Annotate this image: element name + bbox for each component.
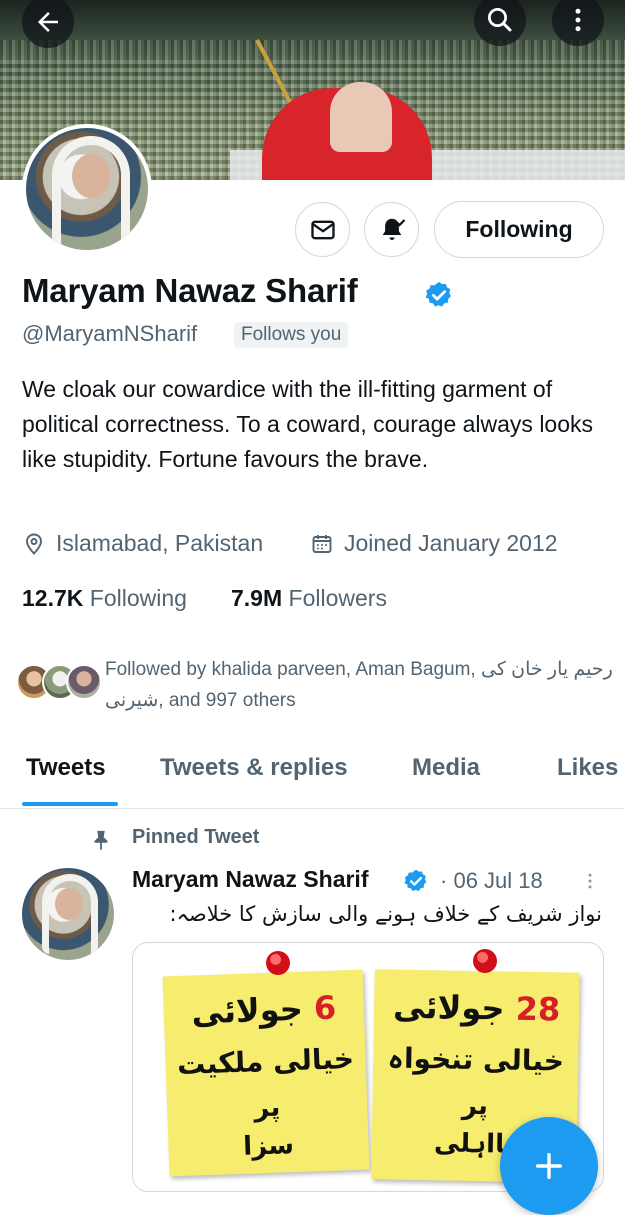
sticky-note-1: 6 جولائی خیالی ملکیت پر سزا (162, 969, 370, 1177)
note-1-month: جولائی (190, 989, 304, 1032)
bell-check-icon (382, 218, 405, 240)
tweet-date[interactable]: · 06 Jul 18 (440, 868, 543, 894)
following-button[interactable]: Following (434, 201, 604, 258)
note-2-number: 28 (515, 989, 561, 1029)
more-vertical-icon (575, 8, 581, 32)
banner-speaker-scarf (330, 82, 392, 152)
followers-label: Followers (288, 585, 387, 611)
tweet-more-icon[interactable] (580, 868, 600, 894)
tweet-author-avatar[interactable] (22, 868, 114, 960)
note-1-line4: سزا (242, 1130, 295, 1162)
tab-media[interactable]: Media (412, 754, 480, 782)
tab-tweets-replies[interactable]: Tweets & replies (160, 754, 348, 782)
note-2-heading: 28 جولائی (374, 987, 580, 1029)
location-pin-icon (26, 533, 42, 555)
following-stat[interactable]: 12.7K Following (22, 585, 187, 612)
notifications-button[interactable] (364, 202, 419, 257)
profile-name: Maryam Nawaz Sharif (22, 272, 358, 309)
follows-you-badge: Follows you (234, 322, 349, 348)
profile-joined: Joined January 2012 (310, 530, 558, 557)
active-tab-indicator (22, 802, 118, 806)
followers-stat[interactable]: 7.9M Followers (231, 585, 387, 612)
compose-tweet-button[interactable] (500, 1117, 598, 1215)
envelope-icon (310, 220, 335, 239)
pin-icon (94, 830, 108, 851)
tweet-text: نواز شریف کے خلاف ہونے والی سازش کا خلاص… (169, 902, 603, 926)
following-count: 12.7K (22, 585, 84, 611)
followers-count: 7.9M (231, 585, 283, 611)
profile-bio: We cloak our cowardice with the ill-fitt… (22, 376, 594, 472)
location-text: Islamabad, Pakistan (56, 530, 264, 556)
following-label: Following (89, 585, 187, 611)
follower-avatar-3 (66, 664, 102, 700)
tab-tweets[interactable]: Tweets (26, 754, 106, 782)
note-1-heading: 6 جولائی (163, 988, 364, 1033)
message-button[interactable] (295, 202, 350, 257)
note-2-line2: خیالی تنخواہ (387, 1041, 565, 1078)
joined-text: Joined January 2012 (344, 530, 558, 556)
pushpin-icon (266, 951, 290, 975)
profile-handle: @MaryamNSharif (22, 321, 198, 346)
pushpin-icon (473, 949, 497, 973)
followed-by-text[interactable]: Followed by khalida parveen, Aman Bagum,… (105, 654, 615, 716)
pinned-tweet-label: Pinned Tweet (132, 826, 260, 848)
tweet-date-separator: · (440, 868, 448, 893)
note-1-line3: پر (253, 1092, 281, 1124)
tweet-author-name[interactable]: Maryam Nawaz Sharif (132, 866, 368, 893)
search-icon (488, 8, 512, 32)
note-1-number: 6 (313, 988, 337, 1028)
verified-badge-icon (425, 281, 451, 307)
plus-icon (535, 1152, 563, 1180)
avatar-face (72, 154, 110, 198)
tweet-avatar-face (55, 888, 83, 920)
arrow-left-icon (38, 12, 58, 32)
profile-location: Islamabad, Pakistan (22, 530, 263, 557)
tweet-date-text: 06 Jul 18 (453, 868, 543, 893)
tab-likes[interactable]: Likes (557, 754, 618, 782)
note-2-month: جولائی (392, 987, 505, 1028)
following-button-label: Following (465, 216, 573, 242)
note-1-line2: خیالی ملکیت (176, 1041, 355, 1082)
tweet-verified-badge-icon (404, 869, 427, 891)
profile-tabs: Tweets Tweets & replies Media Likes (0, 738, 625, 809)
profile-avatar[interactable] (22, 124, 152, 254)
calendar-icon (312, 534, 332, 553)
